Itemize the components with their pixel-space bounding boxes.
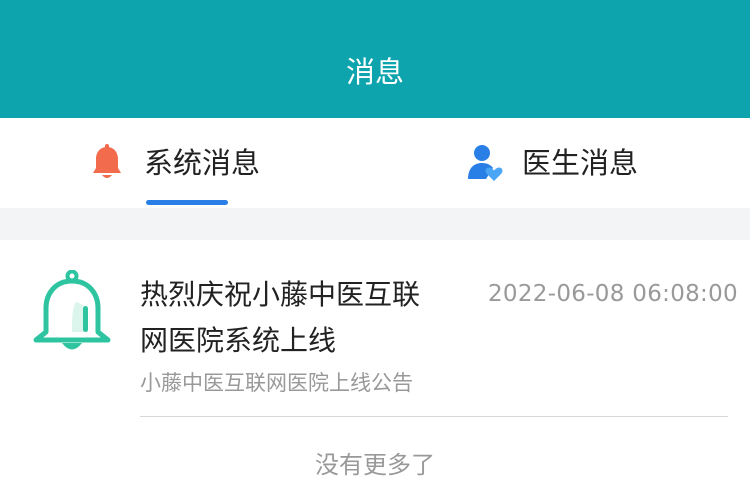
message-time: 2022-06-08 06:08:00 bbox=[488, 281, 738, 307]
bell-icon bbox=[32, 269, 112, 356]
no-more-text: 没有更多了 bbox=[315, 451, 435, 479]
tab-bar: 系统消息 医生消息 bbox=[0, 118, 750, 208]
active-tab-indicator bbox=[146, 200, 228, 205]
top-bar: 消息 bbox=[0, 0, 750, 118]
tab-doctor-messages[interactable]: 医生消息 bbox=[466, 140, 638, 186]
divider bbox=[140, 416, 728, 417]
tab-system-messages[interactable]: 系统消息 bbox=[88, 140, 260, 186]
message-summary: 小藤中医互联网医院上线公告 bbox=[140, 371, 413, 395]
page-title: 消息 bbox=[345, 55, 404, 89]
doctor-heart-icon bbox=[466, 143, 504, 183]
bell-icon bbox=[88, 143, 126, 183]
tab-system-label: 系统消息 bbox=[144, 146, 261, 180]
message-title: 热烈庆祝小藤中医互联 网医院系统上线 bbox=[140, 278, 421, 357]
tab-doctor-label: 医生消息 bbox=[522, 146, 639, 180]
message-list: 热烈庆祝小藤中医互联 网医院系统上线 2022-06-08 06:08:00 小… bbox=[0, 240, 750, 496]
messages-page: 消息 系统消息 医生消息 热烈庆祝小藤中医互联 网医院系统上线 2022-06-… bbox=[0, 0, 750, 496]
section-divider bbox=[0, 208, 750, 240]
